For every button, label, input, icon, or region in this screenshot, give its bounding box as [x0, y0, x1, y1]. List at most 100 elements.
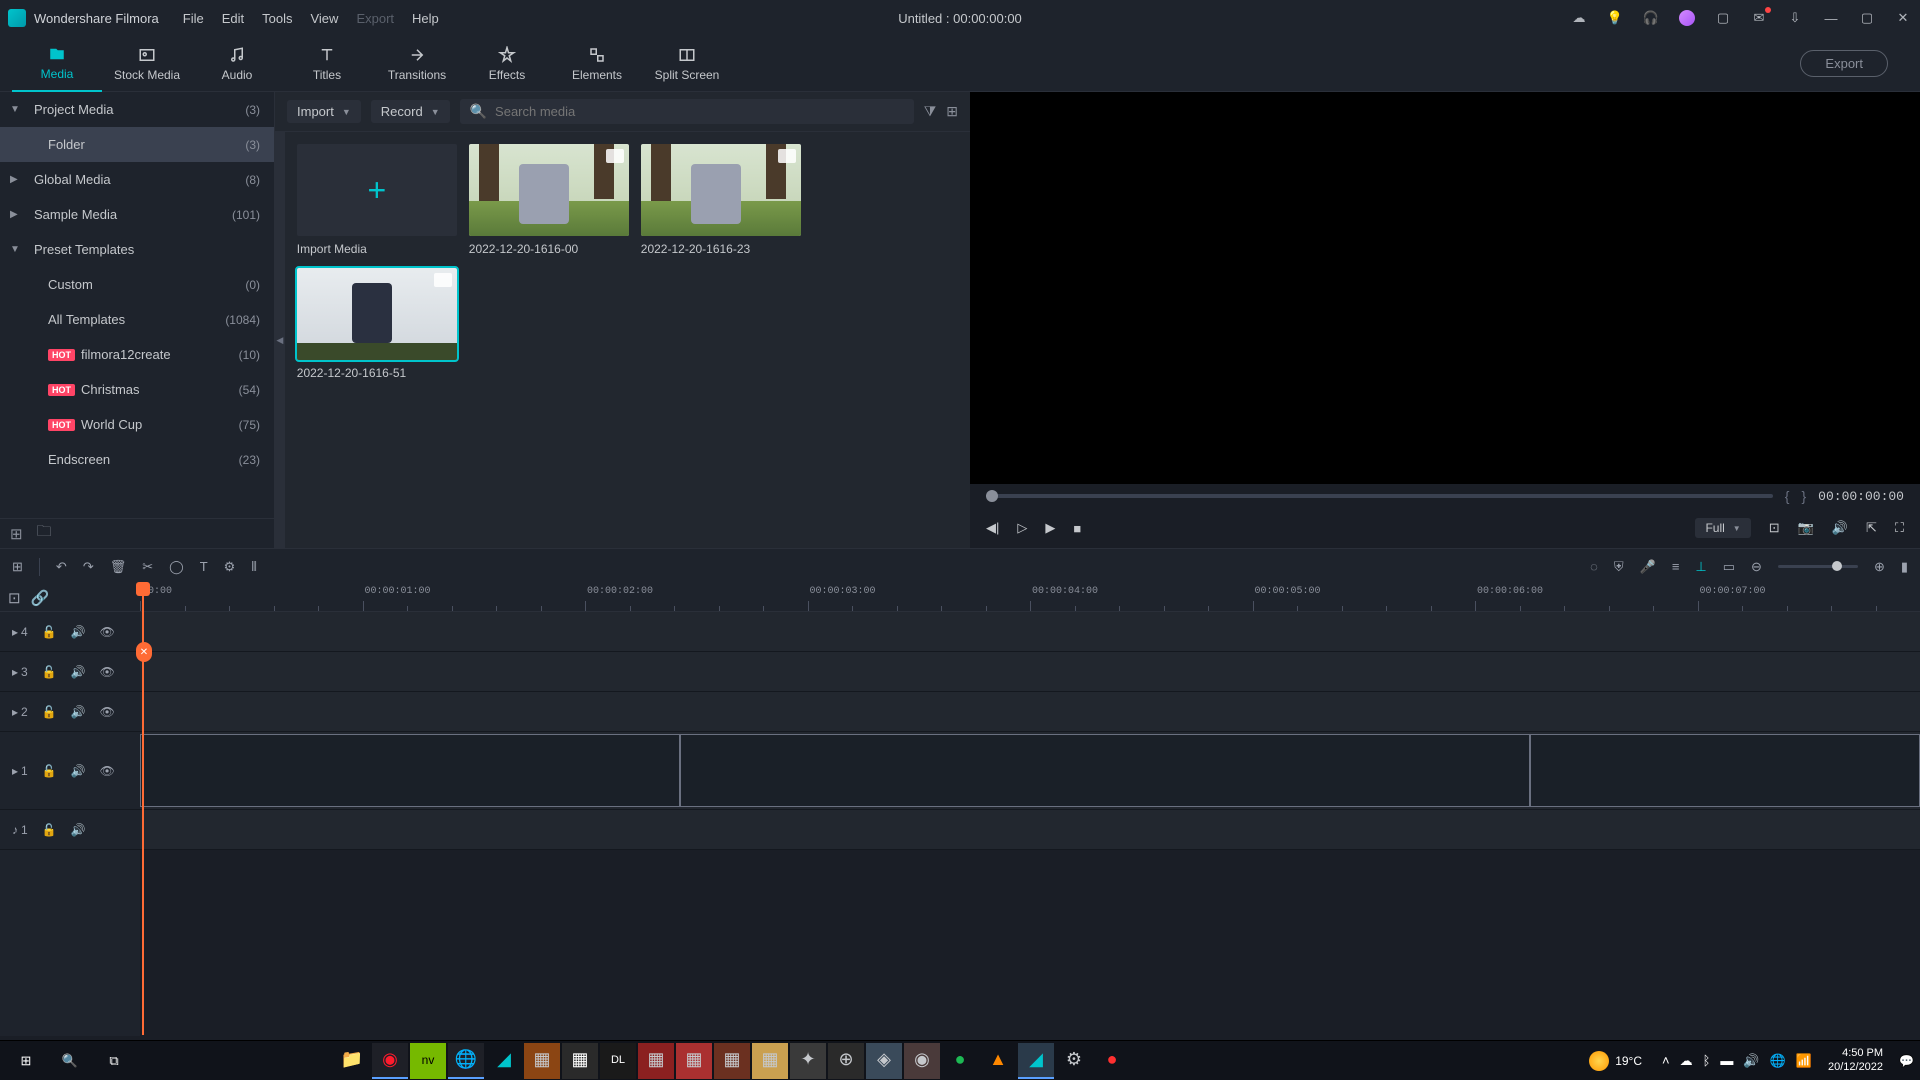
tree-item-endscreen[interactable]: Endscreen(23)	[0, 442, 274, 477]
search-input[interactable]	[495, 104, 904, 119]
audio-tool-button[interactable]: ⫴	[251, 559, 256, 575]
clock[interactable]: 4:50 PM 20/12/2022	[1828, 1047, 1883, 1073]
notifications-icon[interactable]: 💬	[1899, 1054, 1914, 1068]
fit-icon[interactable]: ▭	[1723, 559, 1735, 575]
tray-volume-icon[interactable]: 🔊	[1743, 1053, 1759, 1069]
app-nvidia[interactable]: nv	[410, 1043, 446, 1079]
app-game9[interactable]: ◈	[866, 1043, 902, 1079]
timeline-clip[interactable]	[1530, 734, 1920, 807]
profile-icon[interactable]	[1678, 9, 1696, 27]
tree-item-preset-templates[interactable]: ▼Preset Templates	[0, 232, 274, 267]
zoom-handle[interactable]	[1832, 561, 1842, 571]
lock-icon[interactable]: 🔓	[42, 625, 57, 639]
tree-item-folder[interactable]: Folder(3)	[0, 127, 274, 162]
app-game8[interactable]: ⊕	[828, 1043, 864, 1079]
track-row-video-2[interactable]	[140, 692, 1920, 732]
menu-help[interactable]: Help	[412, 11, 439, 26]
mixer-icon[interactable]: ≡	[1672, 559, 1680, 574]
playhead-handle[interactable]	[136, 582, 150, 596]
seek-bar[interactable]	[986, 494, 1773, 498]
mark-out-button[interactable]: }	[1801, 488, 1806, 504]
search-taskbar-button[interactable]: 🔍	[50, 1041, 90, 1080]
app-red[interactable]: ●	[1094, 1043, 1130, 1079]
mute-icon[interactable]: 🔊	[71, 705, 86, 719]
next-frame-button[interactable]: ▶	[1045, 520, 1055, 536]
tree-item-all-templates[interactable]: All Templates(1084)	[0, 302, 274, 337]
import-media-thumb[interactable]: +	[297, 144, 457, 236]
mute-icon[interactable]: 🔊	[71, 625, 86, 639]
import-dropdown[interactable]: Import▼	[287, 100, 361, 123]
tray-network-icon[interactable]: 🌐	[1770, 1053, 1786, 1069]
redo-button[interactable]: ↷	[83, 559, 94, 575]
tree-item-custom[interactable]: Custom(0)	[0, 267, 274, 302]
volume-icon[interactable]: 🔊	[1832, 520, 1848, 536]
app-game3[interactable]: ▦	[638, 1043, 674, 1079]
lock-icon[interactable]: 🔓	[42, 705, 57, 719]
tab-effects[interactable]: Effects	[462, 36, 552, 92]
media-item-2022-12-20-1616-23[interactable]: 2022-12-20-1616-23	[641, 144, 801, 256]
lock-icon[interactable]: 🔓	[42, 665, 57, 679]
timeline-settings-icon[interactable]: ▮	[1901, 559, 1908, 575]
tree-item-christmas[interactable]: HOTChristmas(54)	[0, 372, 274, 407]
media-item-import-media[interactable]: +Import Media	[297, 144, 457, 256]
media-thumb[interactable]	[469, 144, 629, 236]
tray-onedrive-icon[interactable]: ☁	[1680, 1053, 1693, 1069]
close-icon[interactable]: ✕	[1894, 9, 1912, 27]
app-game10[interactable]: ◉	[904, 1043, 940, 1079]
media-item-2022-12-20-1616-00[interactable]: 2022-12-20-1616-00	[469, 144, 629, 256]
folder-icon[interactable]: 🗀	[37, 521, 52, 546]
menu-view[interactable]: View	[310, 11, 338, 26]
search-box[interactable]: 🔍	[460, 99, 914, 124]
media-item-2022-12-20-1616-51[interactable]: 2022-12-20-1616-51	[297, 268, 457, 380]
visibility-icon[interactable]: 👁	[100, 705, 115, 719]
task-view-button[interactable]: ⧉	[94, 1041, 134, 1080]
tray-wifi-icon[interactable]: 📶	[1796, 1053, 1812, 1069]
display-icon[interactable]: ⊡	[1769, 520, 1780, 536]
mute-icon[interactable]: 🔊	[71, 665, 86, 679]
tab-split-screen[interactable]: Split Screen	[642, 36, 732, 92]
visibility-icon[interactable]: 👁	[100, 625, 115, 639]
message-icon[interactable]: ✉	[1750, 9, 1768, 27]
app-spotify[interactable]: ●	[942, 1043, 978, 1079]
mark-in-button[interactable]: {	[1785, 488, 1790, 504]
app-game4[interactable]: ▦	[676, 1043, 712, 1079]
snapshot-icon[interactable]: 📷	[1798, 520, 1814, 536]
start-button[interactable]: ⊞	[6, 1041, 46, 1080]
mute-icon[interactable]: 🔊	[71, 823, 86, 837]
tray-bluetooth-icon[interactable]: ᛒ	[1703, 1053, 1711, 1068]
visibility-icon[interactable]: 👁	[100, 665, 115, 679]
record-dropdown[interactable]: Record▼	[371, 100, 450, 123]
cut-button[interactable]: ✂	[142, 559, 153, 575]
link-icon[interactable]: 🔗	[31, 589, 50, 607]
menu-tools[interactable]: Tools	[262, 11, 292, 26]
tab-elements[interactable]: Elements	[552, 36, 642, 92]
visibility-icon[interactable]: 👁	[100, 764, 115, 778]
collapse-handle[interactable]: ◀	[275, 132, 285, 548]
new-folder-plus-icon[interactable]: ⊞	[10, 525, 23, 543]
media-thumb[interactable]	[297, 268, 457, 360]
minimize-icon[interactable]: —	[1822, 9, 1840, 27]
popout-icon[interactable]: ⇱	[1866, 520, 1877, 536]
adjust-button[interactable]: ⚙	[224, 559, 236, 575]
prev-frame-button[interactable]: ◀|	[986, 520, 999, 536]
lock-icon[interactable]: 🔓	[42, 823, 57, 837]
timeline-clip[interactable]	[140, 734, 680, 807]
preview-video[interactable]	[970, 92, 1920, 484]
app-explorer[interactable]: 📁	[334, 1043, 370, 1079]
app-filmora-launcher[interactable]: ◢	[486, 1043, 522, 1079]
headset-icon[interactable]: 🎧	[1642, 9, 1660, 27]
lock-icon[interactable]: 🔓	[42, 764, 57, 778]
tab-audio[interactable]: Audio	[192, 36, 282, 92]
grid-view-icon[interactable]: ⊞	[946, 103, 958, 120]
text-tool-button[interactable]: T	[200, 559, 208, 574]
track-content[interactable]: ✕	[140, 612, 1920, 1036]
tab-transitions[interactable]: Transitions	[372, 36, 462, 92]
save-icon[interactable]: ▢	[1714, 9, 1732, 27]
cloud-icon[interactable]: ☁	[1570, 9, 1588, 27]
export-button[interactable]: Export	[1800, 50, 1888, 77]
app-settings[interactable]: ⚙	[1056, 1043, 1092, 1079]
tab-titles[interactable]: Titles	[282, 36, 372, 92]
render-icon[interactable]: ◌	[1590, 559, 1598, 574]
bulb-icon[interactable]: 💡	[1606, 9, 1624, 27]
app-opera[interactable]: ◉	[372, 1043, 408, 1079]
